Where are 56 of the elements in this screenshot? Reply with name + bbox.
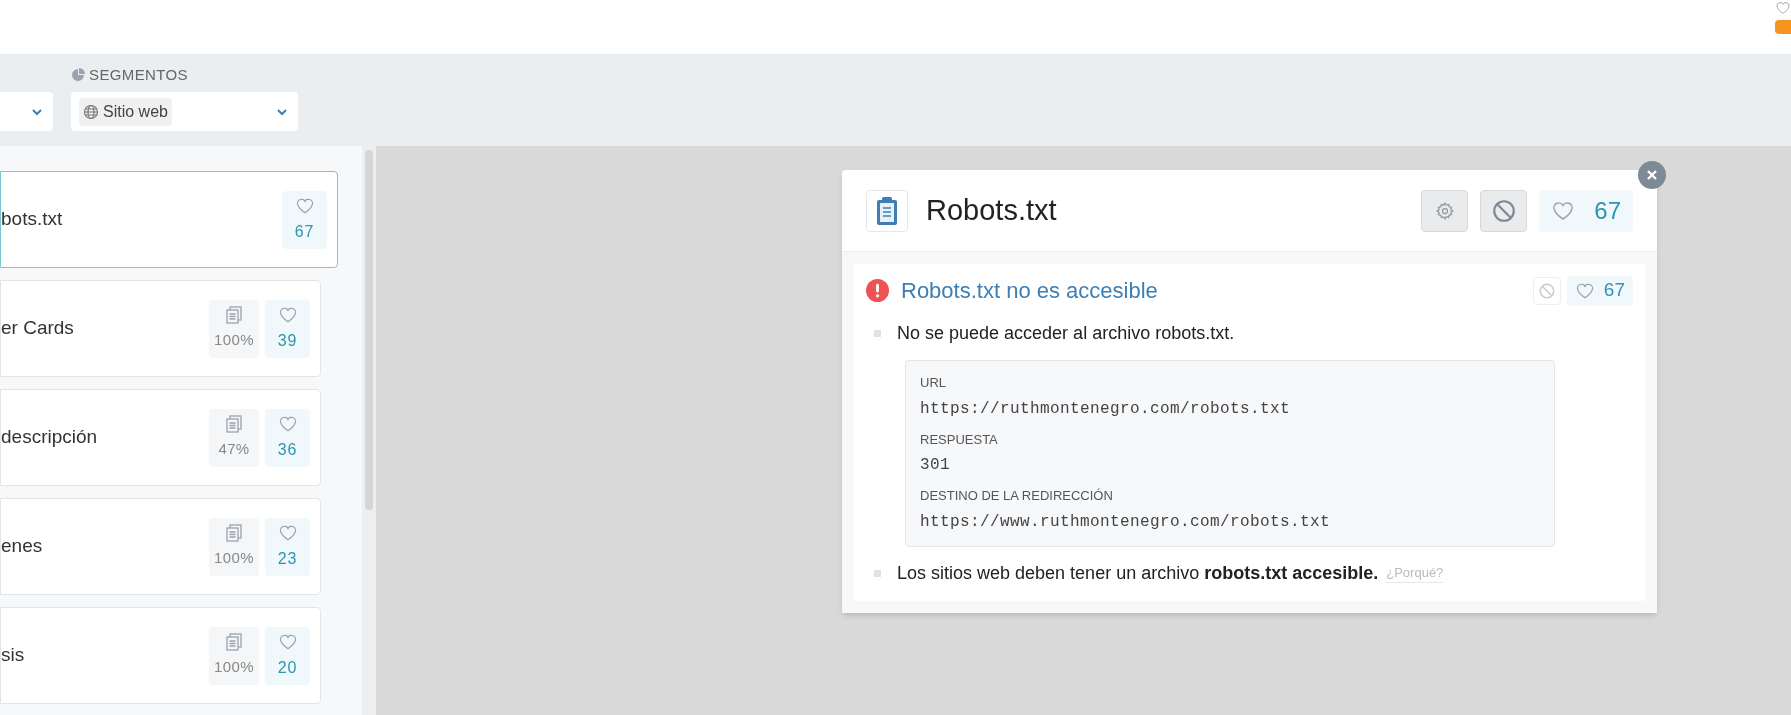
bullet-marker [874,569,881,577]
field-value: https://ruthmontenegro.com/robots.txt [920,398,1292,420]
field-value: 301 [920,455,951,476]
score-badge: 67 [1539,189,1633,232]
globe-icon [83,103,99,120]
issue-title[interactable]: Robots.txt no es accesible [901,274,1158,307]
check-title: bots.txt [1,207,63,232]
field-label: RESPUESTA [920,430,999,449]
dropdown[interactable] [0,92,53,131]
settings-icon [1434,200,1455,221]
ignore-button[interactable] [1533,276,1561,305]
error-icon [866,279,889,302]
score-badge: 23 [265,517,310,576]
score-badge: 39 [265,299,310,358]
heart-icon [1775,0,1791,16]
detail-title: Robots.txt [926,192,1057,228]
close-button[interactable] [1638,161,1666,189]
check-title: er Cards [1,316,74,341]
document-icon [224,523,244,544]
check-card[interactable]: descripción 47% 36 [0,389,321,486]
pie-chart-icon [71,67,85,82]
coverage-badge: 100% [209,626,259,685]
prohibited-icon [1538,281,1556,300]
segment-label: SEGMENTOS [89,64,188,85]
check-title: descripción [1,425,98,450]
document-icon [224,414,244,435]
coverage-badge: 47% [209,408,259,467]
coverage-badge: 100% [209,299,259,358]
settings-button[interactable] [1421,189,1468,232]
check-card[interactable]: bots.txt 67 [0,171,338,268]
bullet-text: No se puede acceder al archivo robots.txt. [897,322,1235,345]
score-badge: 20 [265,626,310,685]
segment-dropdown[interactable]: Sitio web [71,92,298,131]
document-icon [224,305,244,326]
check-title: sis [1,643,25,668]
coverage-badge: 100% [209,517,259,576]
prohibited-icon [1490,197,1517,224]
score-badge: 36 [265,408,310,467]
field-label: DESTINO DE LA REDIRECCIÓN [920,487,1114,505]
ignore-button[interactable] [1480,189,1527,232]
bullet-marker [874,330,881,337]
clipboard-icon [866,189,908,232]
score-badge: 67 [1567,275,1633,306]
side-tab[interactable] [1775,20,1791,34]
check-card[interactable]: er Cards 100% 39 [0,280,321,377]
close-icon [1646,169,1658,181]
document-icon [224,632,244,653]
field-label: URL [920,374,947,392]
bullet-text: Los sitios web deben tener un archivo robots.txt accesible. [897,561,1379,585]
check-card[interactable]: sis 100% 20 [0,607,321,704]
check-card[interactable]: enes 100% 23 [0,498,321,595]
score-badge: 67 [282,190,327,249]
field-value: https://www.ruthmontenegro.com/robots.txt [920,511,1332,533]
segment-value: Sitio web [103,101,168,122]
scrollbar-thumb[interactable] [365,150,373,510]
check-title: enes [1,534,43,559]
